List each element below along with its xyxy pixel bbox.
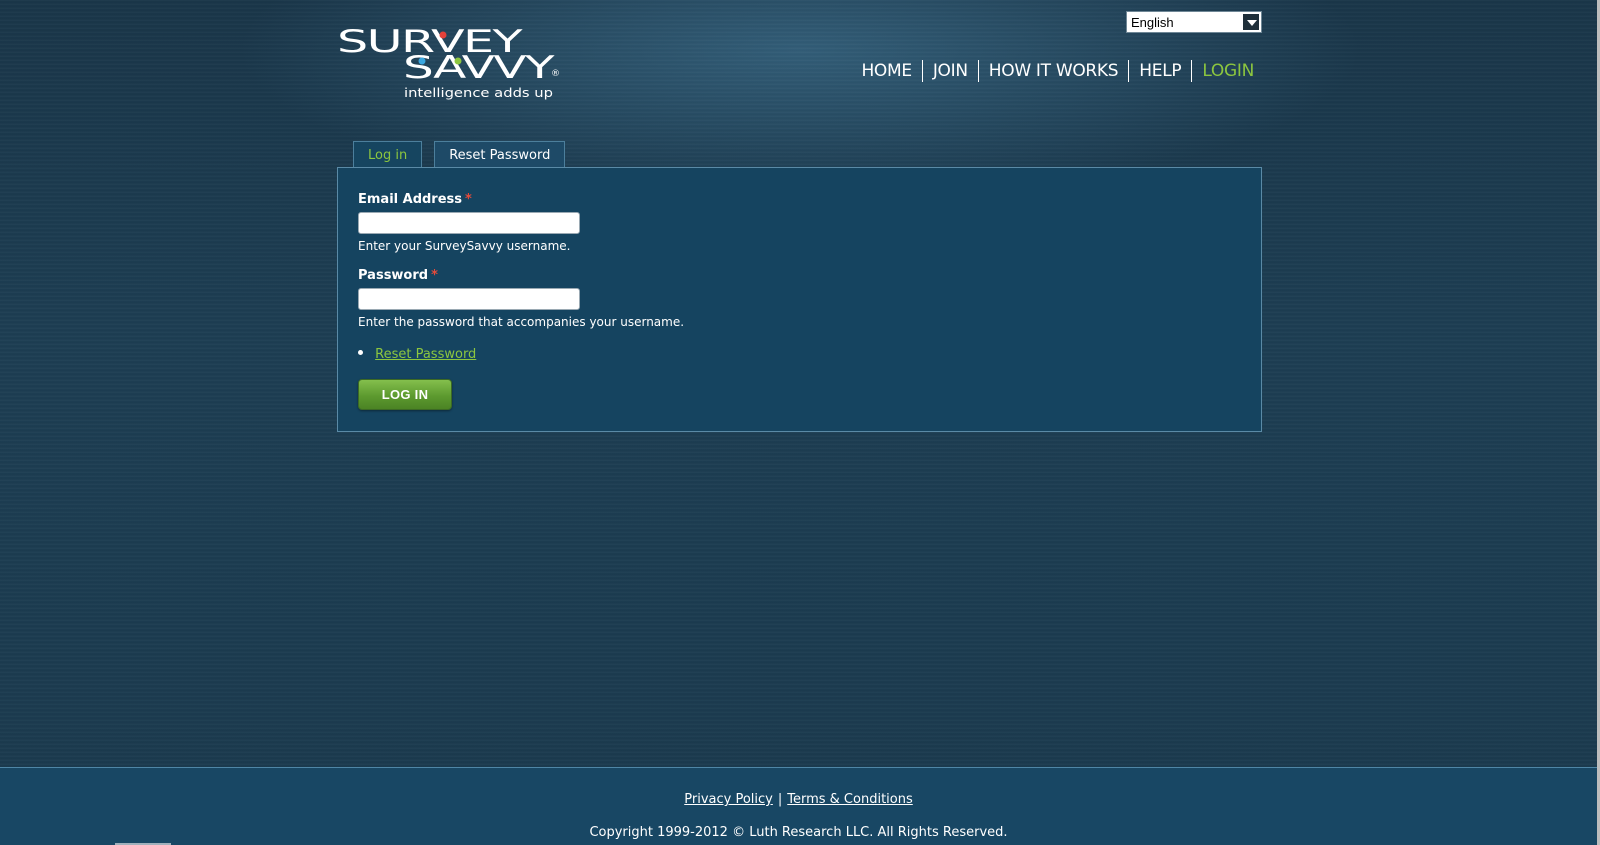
login-button[interactable]: LOG IN bbox=[358, 379, 452, 410]
copyright-text: Copyright 1999-2012 © Luth Research LLC.… bbox=[589, 825, 1008, 840]
logo-red-dot bbox=[439, 31, 447, 39]
logo-registered-mark: ® bbox=[551, 69, 559, 79]
password-required-mark: * bbox=[431, 268, 438, 283]
logo-blue-dot bbox=[418, 57, 426, 65]
email-label-text: Email Address bbox=[358, 192, 463, 207]
password-help-text: Enter the password that accompanies your… bbox=[358, 315, 685, 329]
login-tabs: Log in Reset Password bbox=[353, 141, 566, 169]
language-select[interactable]: English bbox=[1126, 11, 1262, 33]
footer: Privacy Policy | Terms & Conditions Copyri… bbox=[0, 767, 1597, 845]
surveysavvy-logo[interactable]: SURVEY SAVVY ® intelligence adds up bbox=[337, 26, 559, 102]
language-select-value: English bbox=[1131, 15, 1174, 30]
main-nav: HOME JOIN HOW IT WORKS HELP LOGIN bbox=[851, 60, 1262, 82]
footer-links: Privacy Policy | Terms & Conditions bbox=[0, 792, 1597, 807]
list-item: Reset Password bbox=[358, 347, 476, 362]
nav-join[interactable]: JOIN bbox=[921, 60, 978, 82]
tab-log-in[interactable]: Log in bbox=[353, 141, 423, 169]
nav-home[interactable]: HOME bbox=[851, 60, 921, 82]
terms-link[interactable]: Terms & Conditions bbox=[787, 792, 913, 807]
logo-line2: SAVVY bbox=[403, 50, 555, 86]
password-label-text: Password bbox=[358, 268, 429, 283]
nav-login[interactable]: LOGIN bbox=[1191, 60, 1262, 82]
tab-reset-password[interactable]: Reset Password bbox=[434, 141, 566, 168]
email-help-text: Enter your SurveySavvy username. bbox=[358, 239, 571, 253]
chevron-down-icon[interactable] bbox=[1243, 14, 1259, 30]
footer-separator: | bbox=[777, 792, 783, 807]
email-required-mark: * bbox=[465, 192, 472, 207]
email-field[interactable] bbox=[358, 212, 580, 234]
password-label: Password * bbox=[358, 268, 438, 283]
privacy-policy-link[interactable]: Privacy Policy bbox=[684, 792, 773, 807]
password-field[interactable] bbox=[358, 288, 580, 310]
nav-how-it-works[interactable]: HOW IT WORKS bbox=[977, 60, 1129, 82]
logo-green-dot bbox=[454, 57, 462, 65]
nav-help[interactable]: HELP bbox=[1128, 60, 1191, 82]
email-label: Email Address * bbox=[358, 192, 472, 207]
reset-password-link[interactable]: Reset Password bbox=[375, 347, 476, 362]
logo-tagline: intelligence adds up bbox=[404, 85, 553, 100]
login-panel: Email Address * Enter your SurveySavvy us… bbox=[337, 167, 1262, 432]
form-links: Reset Password bbox=[358, 347, 476, 362]
